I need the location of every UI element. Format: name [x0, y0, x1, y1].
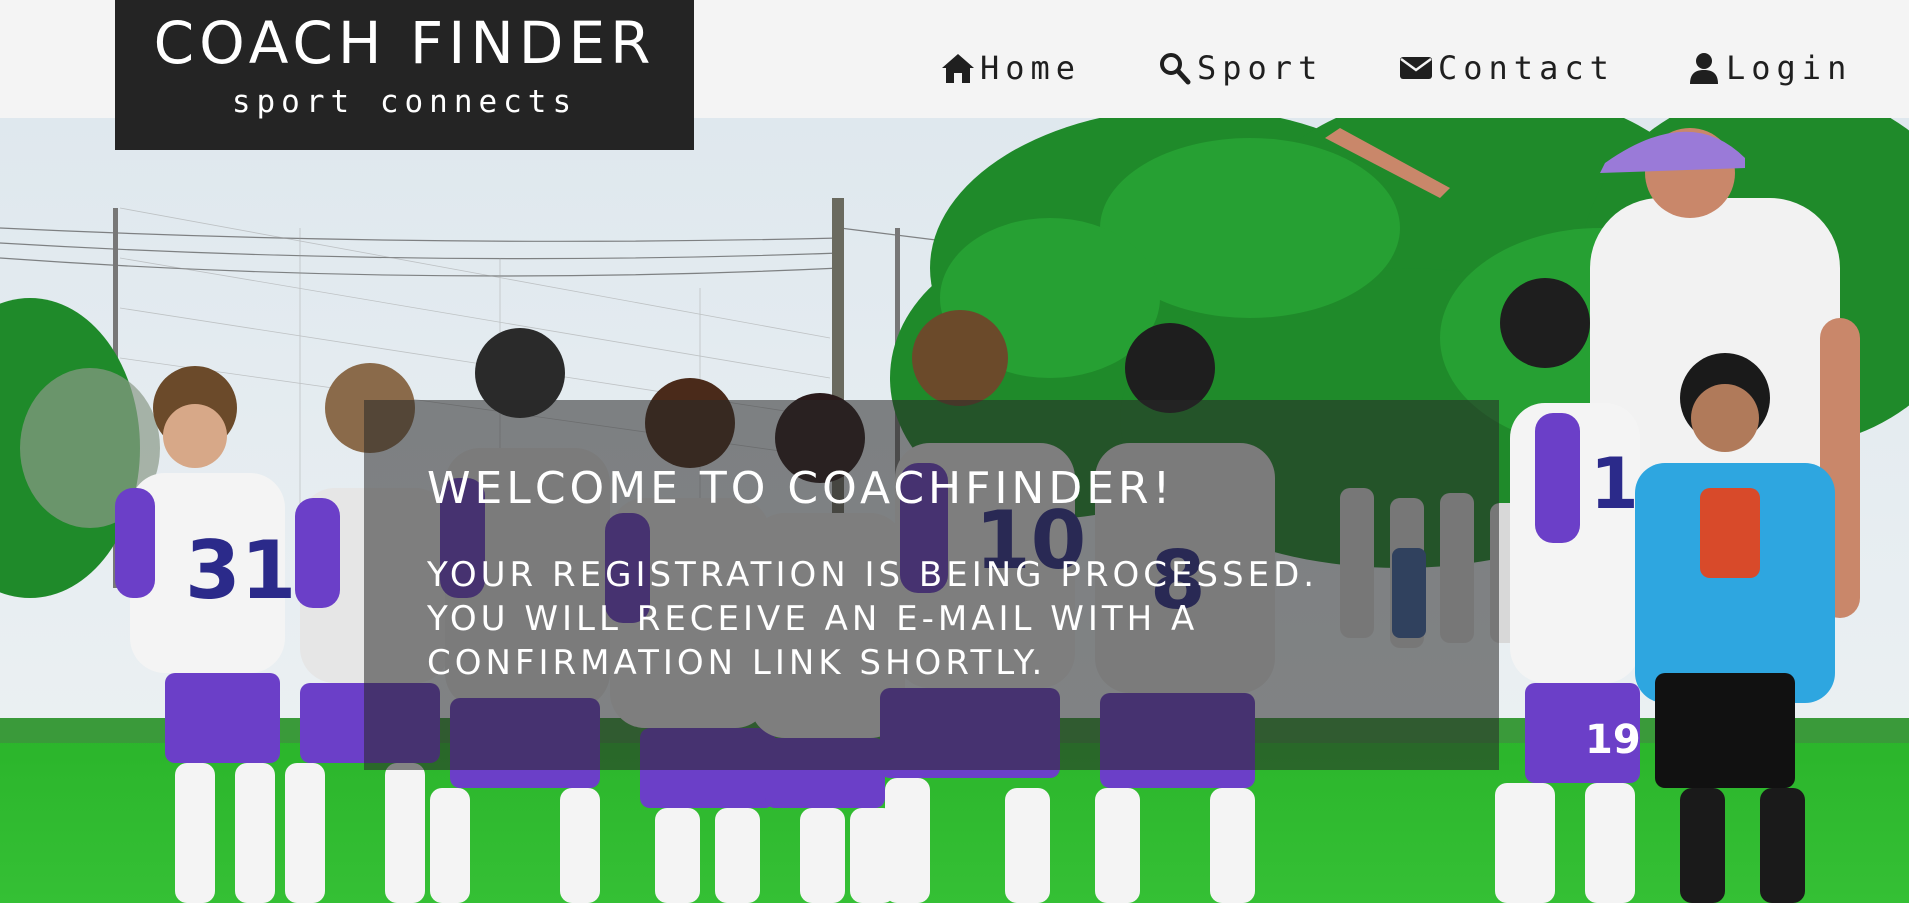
welcome-heading: Welcome to CoachFinder! — [427, 463, 1175, 514]
svg-text:19: 19 — [1585, 717, 1641, 763]
logo-title: COACH FINDER — [153, 9, 656, 77]
nav-contact-label: Contact — [1438, 49, 1615, 87]
message-line-2: You will receive an e-mail with a — [427, 599, 1199, 639]
user-icon — [1690, 53, 1718, 84]
message-line-3: confirmation link shortly. — [427, 643, 1047, 683]
nav-sport-label: Sport — [1197, 49, 1324, 87]
svg-text:31: 31 — [185, 524, 296, 617]
nav-contact-link[interactable]: Contact — [1398, 48, 1615, 88]
nav-home-link[interactable]: Home — [940, 48, 1081, 88]
site-logo[interactable]: COACH FINDER sport connects — [115, 0, 694, 150]
nav-home-label: Home — [980, 49, 1082, 87]
nav-login-link[interactable]: Login — [1686, 48, 1852, 88]
logo-tagline: sport connects — [231, 84, 578, 120]
svg-text:1: 1 — [1590, 443, 1639, 525]
envelope-icon — [1400, 57, 1432, 79]
registration-message: Your registration is being processed. Yo… — [427, 553, 1487, 685]
nav-sport-link[interactable]: Sport — [1157, 48, 1323, 88]
search-icon — [1160, 53, 1191, 85]
nav-login-label: Login — [1726, 49, 1853, 87]
message-line-1: Your registration is being processed. — [427, 555, 1319, 595]
home-icon — [942, 54, 974, 83]
